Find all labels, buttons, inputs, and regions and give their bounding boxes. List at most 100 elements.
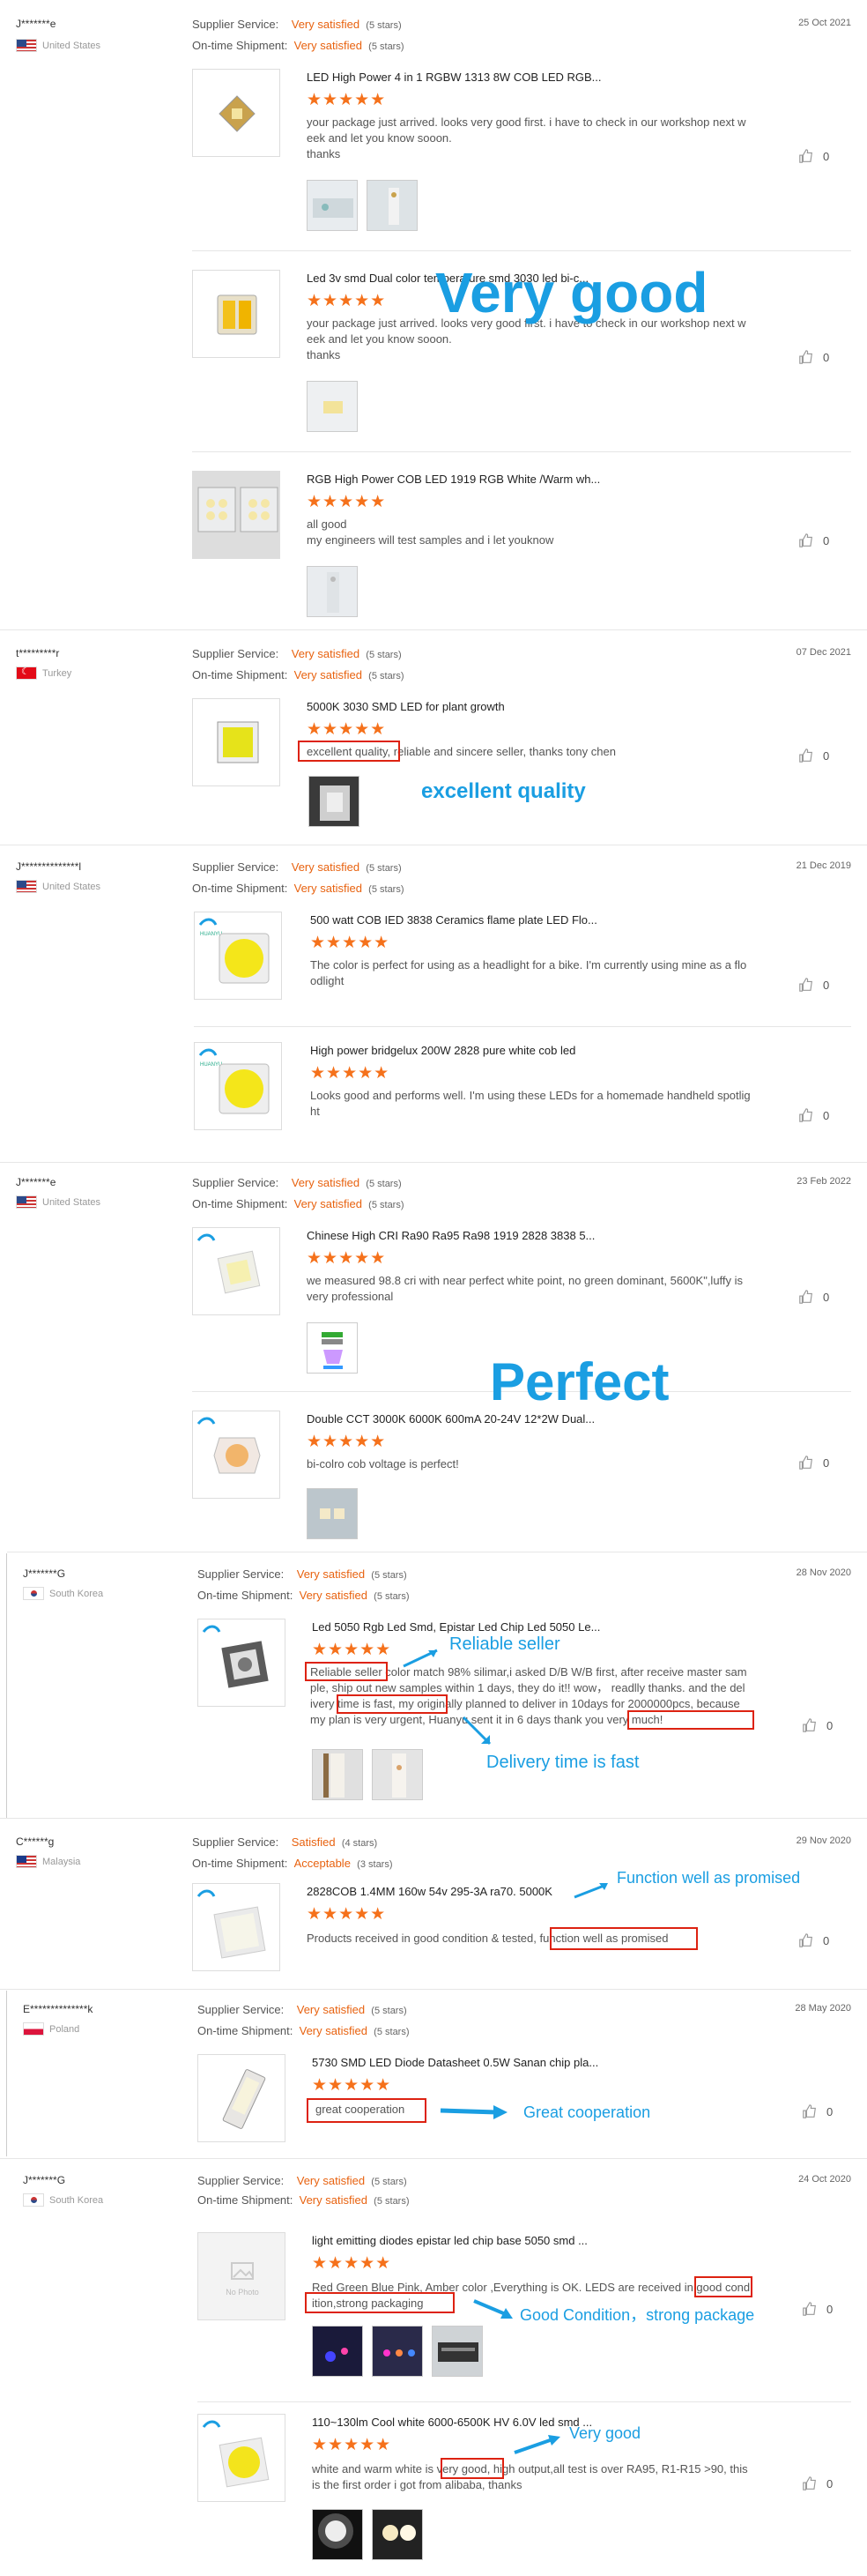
review-photo[interactable] <box>372 2326 423 2377</box>
helpful-button[interactable]: 0 <box>802 2103 833 2119</box>
rating-stars: ★★★★★ <box>307 493 387 511</box>
screenshot-border <box>6 1991 7 2156</box>
reviewer-country: South Korea <box>23 2193 103 2207</box>
rating-stars: ★★★★★ <box>307 91 387 109</box>
rating-stars: ★★★★★ <box>307 720 387 739</box>
reviewer-country: Malaysia <box>16 1855 80 1868</box>
thumbs-up-icon <box>799 350 812 364</box>
review-photo[interactable] <box>312 2509 363 2560</box>
product-title[interactable]: Chinese High CRI Ra90 Ra95 Ra98 1919 282… <box>307 1229 595 1242</box>
product-title[interactable]: RGB High Power COB LED 1919 RGB White /W… <box>307 473 600 486</box>
very-good-annotation: Very good <box>569 2424 641 2442</box>
helpful-button[interactable]: 0 <box>802 2301 833 2317</box>
item-divider <box>192 451 851 452</box>
reviewer-country: South Korea <box>23 1587 103 1600</box>
ontime-shipment-rating: On-time Shipment: Very satisfied (5 star… <box>197 2193 410 2207</box>
review-photo[interactable] <box>307 180 358 231</box>
review-date: 28 Nov 2020 <box>796 1567 851 1578</box>
product-thumbnail[interactable]: HUANYU <box>194 912 282 1000</box>
annotation-arrow <box>514 2435 560 2454</box>
product-title[interactable]: LED High Power 4 in 1 RGBW 1313 8W COB L… <box>307 71 602 84</box>
review-photo[interactable] <box>307 1322 358 1374</box>
delivery-fast-annotation: Delivery time is fast <box>486 1753 640 1772</box>
us-flag-icon <box>16 39 37 52</box>
thumbs-up-icon <box>799 978 812 992</box>
product-thumbnail[interactable] <box>192 698 280 786</box>
product-title[interactable]: light emitting diodes epistar led chip b… <box>312 2234 588 2247</box>
review-photo[interactable] <box>432 2326 483 2377</box>
product-title[interactable]: 5000K 3030 SMD LED for plant growth <box>307 700 505 713</box>
helpful-button[interactable]: 0 <box>798 532 829 548</box>
helpful-button[interactable]: 0 <box>798 148 829 164</box>
review-photo[interactable] <box>312 1749 363 1800</box>
product-thumbnail[interactable] <box>197 2054 285 2142</box>
product-thumbnail[interactable] <box>192 471 280 559</box>
ontime-shipment-rating: On-time Shipment: Very satisfied (5 star… <box>192 39 404 52</box>
supplier-service-rating: Supplier Service: Very satisfied (5 star… <box>197 1567 407 1581</box>
product-title[interactable]: High power bridgelux 200W 2828 pure whit… <box>310 1044 575 1057</box>
rating-stars: ★★★★★ <box>307 1905 387 1924</box>
ontime-shipment-rating: On-time Shipment: Very satisfied (5 star… <box>192 1197 404 1210</box>
thumbs-up-icon <box>799 1108 812 1122</box>
reliable-seller-annotation: Reliable seller <box>449 1634 560 1654</box>
thumbs-up-icon <box>799 1933 812 1947</box>
helpful-button[interactable]: 0 <box>798 977 829 993</box>
helpful-button[interactable]: 0 <box>798 349 829 365</box>
product-thumbnail[interactable] <box>192 1227 280 1315</box>
reviewer-country: United States <box>16 39 100 52</box>
review-date: 28 May 2020 <box>795 2003 851 2014</box>
helpful-button[interactable]: 0 <box>798 1289 829 1305</box>
perfect-overlay: Perfect <box>490 1352 670 1411</box>
review-text: we measured 98.8 cri with near perfect w… <box>307 1274 744 1303</box>
product-thumbnail[interactable]: HUANYU <box>194 1042 282 1130</box>
product-thumbnail[interactable] <box>197 1619 285 1707</box>
product-thumbnail[interactable]: No Photo <box>197 2232 285 2320</box>
product-thumbnail[interactable] <box>192 69 280 157</box>
reviewer-name: J*******e <box>16 18 56 30</box>
helpful-button[interactable]: 0 <box>798 1107 829 1123</box>
helpful-button[interactable]: 0 <box>802 1717 833 1733</box>
no-photo-icon <box>231 2262 254 2280</box>
review-photo[interactable] <box>307 1488 358 1539</box>
product-title[interactable]: Double CCT 3000K 6000K 600mA 20-24V 12*2… <box>307 1412 595 1426</box>
review-photo[interactable] <box>307 566 358 617</box>
review-photo[interactable] <box>372 2509 423 2560</box>
product-title[interactable]: Led 5050 Rgb Led Smd, Epistar Led Chip L… <box>312 1620 600 1634</box>
reviews-page: J*******e United States Supplier Service… <box>0 0 867 2576</box>
review-photo[interactable] <box>307 381 358 432</box>
helpful-button[interactable]: 0 <box>798 748 829 763</box>
review-text: The color is perfect for using as a head… <box>310 958 747 987</box>
review-photos <box>307 381 358 432</box>
review-photo[interactable] <box>372 1749 423 1800</box>
reviewer-country: Turkey <box>16 666 71 680</box>
review-photos <box>307 1322 358 1374</box>
review-photo[interactable] <box>367 180 418 231</box>
helpful-button[interactable]: 0 <box>798 1455 829 1470</box>
rating-stars: ★★★★★ <box>312 2436 392 2454</box>
review-photo[interactable] <box>308 776 359 827</box>
review-photos <box>312 2509 423 2560</box>
reviewer-name: J*******G <box>23 1567 66 1580</box>
product-title[interactable]: 110~130lm Cool white 6000-6500K HV 6.0V … <box>312 2416 592 2429</box>
helpful-button[interactable]: 0 <box>798 1932 829 1948</box>
product-thumbnail[interactable] <box>192 270 280 358</box>
review-text: Reliable seller color match 98% silimar,… <box>310 1665 747 1726</box>
review-photo[interactable] <box>312 2326 363 2377</box>
review-date: 25 Oct 2021 <box>798 18 851 28</box>
review-date: 21 Dec 2019 <box>796 860 851 871</box>
review-divider <box>0 1818 867 1819</box>
thumbs-up-icon <box>799 1290 812 1304</box>
product-title[interactable]: 500 watt COB IED 3838 Ceramics flame pla… <box>310 913 597 927</box>
item-divider <box>192 250 851 251</box>
product-title[interactable]: 5730 SMD LED Diode Datasheet 0.5W Sanan … <box>312 2056 598 2069</box>
product-thumbnail[interactable] <box>192 1411 280 1499</box>
product-thumbnail[interactable] <box>197 2414 285 2502</box>
review-divider <box>0 1162 867 1163</box>
ontime-shipment-rating: On-time Shipment: Very satisfied (5 star… <box>197 2024 410 2037</box>
review-divider <box>0 1989 867 1990</box>
reviewer-country: United States <box>16 1195 100 1209</box>
helpful-button[interactable]: 0 <box>802 2475 833 2491</box>
annotation-arrow <box>574 1883 608 1899</box>
product-thumbnail[interactable] <box>192 1883 280 1971</box>
product-title[interactable]: 2828COB 1.4MM 160w 54v 295-3A ra70. 5000… <box>307 1885 552 1898</box>
